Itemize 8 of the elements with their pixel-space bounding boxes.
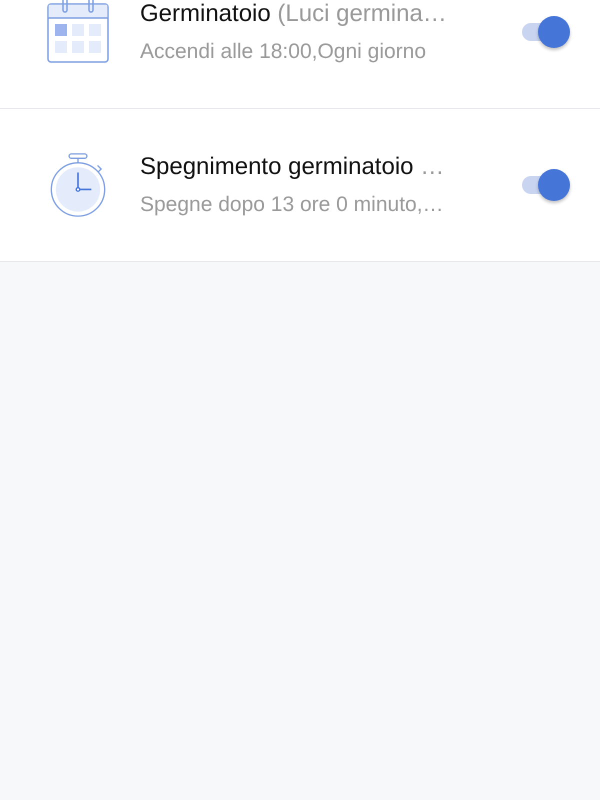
timer-title: Spegnimento germinatoio … <box>140 153 446 181</box>
timer-row[interactable]: Germinatoio (Luci germina… Accendi alle 18:00,Ogni giorno <box>0 0 600 109</box>
timer-description: Accendi alle 18:00,Ogni giorno <box>140 40 428 64</box>
timer-row[interactable]: Spegnimento germinatoio … Spegne dopo 13 ore 0 minuto,… <box>0 109 600 262</box>
timer-description: Spegne dopo 13 ore 0 minuto,… <box>140 193 445 217</box>
toggle-switch[interactable] <box>522 168 570 202</box>
timer-title: Germinatoio (Luci germina… <box>140 0 448 28</box>
toggle-switch[interactable] <box>522 15 570 49</box>
